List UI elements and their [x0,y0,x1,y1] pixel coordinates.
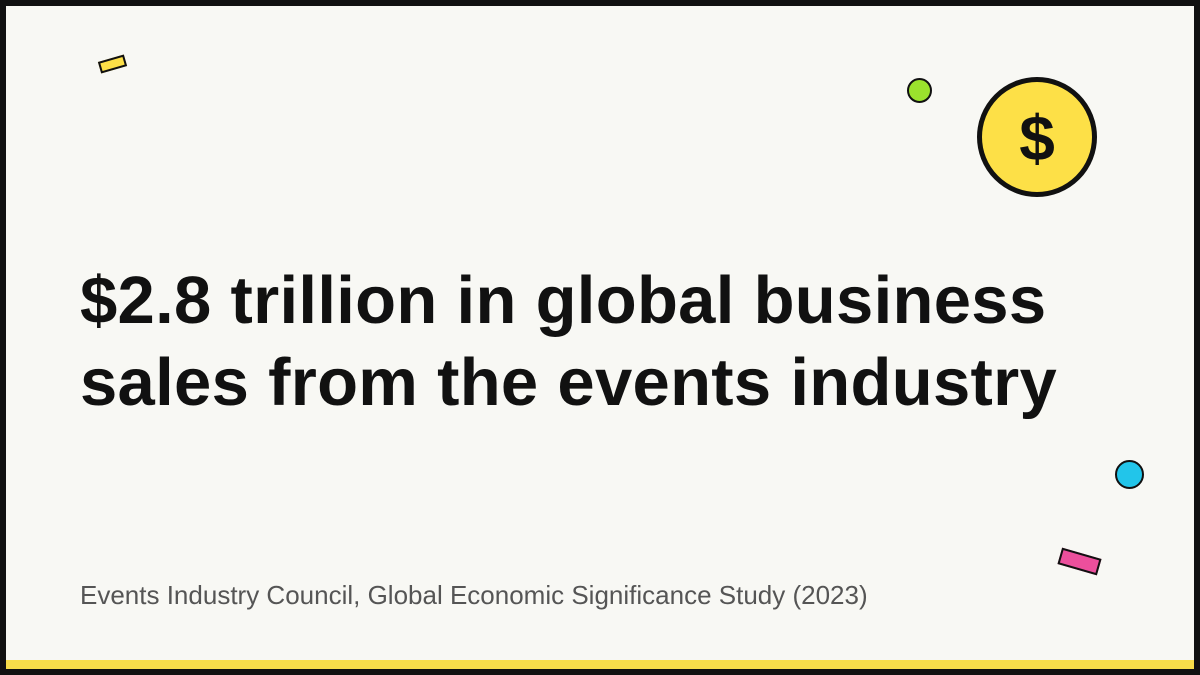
bottom-accent-stripe [6,660,1194,669]
headline-line-1: $2.8 trillion in global business [80,263,1047,338]
cyan-confetti-dot [1115,460,1144,489]
yellow-confetti-shape [97,54,128,74]
dollar-sign-glyph: $ [1019,102,1055,174]
headline: $2.8 trillion in global business sales f… [80,260,1140,424]
pink-confetti-shape [1057,547,1102,576]
headline-line-2: sales from the events industry [80,345,1058,420]
green-confetti-dot [907,78,932,103]
dollar-coin-icon: $ [977,77,1097,197]
stat-card: $ $2.8 trillion in global business sales… [0,0,1200,675]
source-citation: Events Industry Council, Global Economic… [80,580,868,610]
